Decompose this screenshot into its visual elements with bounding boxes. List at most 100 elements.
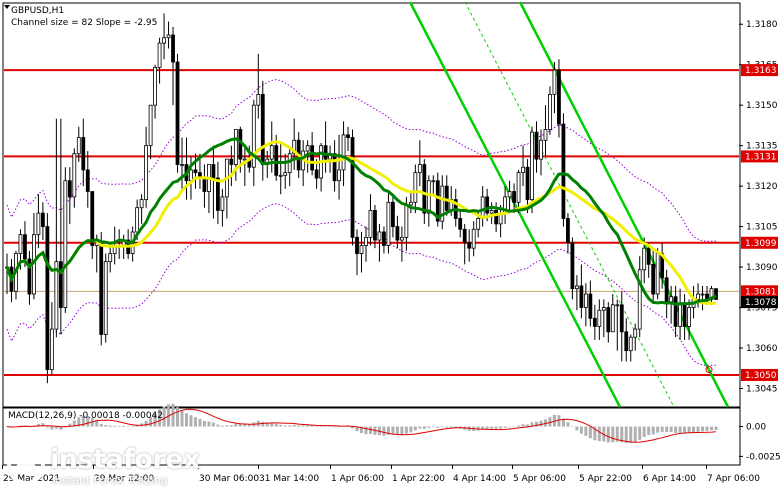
level-price-box: 1.3050 <box>741 368 778 381</box>
candle <box>471 221 476 257</box>
macd-bar <box>606 426 610 443</box>
candle <box>287 148 292 187</box>
candle <box>368 194 373 246</box>
macd-tick-label: 0.00 <box>746 423 766 433</box>
candle <box>574 275 579 311</box>
candle <box>350 129 355 246</box>
macd-bar <box>656 426 660 433</box>
macd-bar <box>584 426 588 436</box>
macd-bar <box>184 413 188 427</box>
macd-bar <box>669 426 673 433</box>
candle <box>637 256 642 338</box>
macd-bar <box>315 426 319 427</box>
macd-bar <box>319 425 323 427</box>
candle <box>624 318 629 362</box>
candle <box>382 226 386 254</box>
svg-text:1.3078: 1.3078 <box>745 298 777 308</box>
macd-bar <box>517 425 521 427</box>
candle <box>673 285 678 338</box>
symbol-dropdown-icon[interactable] <box>4 5 10 9</box>
macd-bar <box>234 423 238 427</box>
macd-bar <box>566 422 570 427</box>
macd-bar <box>211 422 215 427</box>
candle <box>126 229 131 259</box>
macd-bar <box>301 425 305 427</box>
macd-bar <box>324 426 328 427</box>
candle <box>27 250 32 305</box>
price-tick-label: 1.3105 <box>746 223 778 233</box>
macd-bar <box>122 425 126 427</box>
macd-bar <box>198 418 202 427</box>
candle <box>103 253 108 343</box>
time-tick-label: 6 Apr 14:00 <box>643 474 696 484</box>
candle <box>292 118 297 170</box>
price-tick-label: 1.3045 <box>746 384 778 394</box>
candle <box>619 291 624 362</box>
macd-bar <box>171 403 175 427</box>
candle <box>700 285 705 311</box>
candle <box>462 223 467 265</box>
macd-bar <box>485 426 489 430</box>
brand-tagline: Instant Forex Trading <box>52 474 168 487</box>
candle <box>489 202 494 224</box>
candle <box>202 164 207 208</box>
candle <box>117 229 122 259</box>
macd-bar <box>692 426 696 433</box>
candle <box>224 158 229 219</box>
macd-bar <box>620 426 624 443</box>
candle <box>139 194 144 224</box>
macd-bar <box>117 425 121 427</box>
svg-text:1.3081: 1.3081 <box>745 287 777 297</box>
last-price-box: 1.3078 <box>741 296 778 309</box>
candle <box>72 148 77 208</box>
macd-bar <box>207 421 211 427</box>
candle <box>207 164 211 214</box>
macd-bar <box>696 426 700 432</box>
candle <box>85 151 90 208</box>
candle <box>386 191 391 254</box>
macd-bar <box>283 425 287 427</box>
level-price-box: 1.3131 <box>741 150 778 163</box>
macd-bar <box>180 410 184 427</box>
macd-bar <box>512 426 516 428</box>
macd-bar <box>292 424 296 427</box>
macd-bar <box>588 426 592 439</box>
candle <box>242 145 247 187</box>
instaforex-logo: instaforex Instant Forex Trading <box>6 444 206 488</box>
macd-bar <box>391 426 395 435</box>
candle <box>521 145 525 187</box>
candle <box>597 299 602 340</box>
macd-bar <box>261 421 265 427</box>
candle <box>561 113 566 227</box>
candle <box>180 137 184 192</box>
candle <box>610 294 615 333</box>
macd-bar <box>274 423 278 427</box>
candle <box>615 299 620 351</box>
chart-symbol: GBPUSD,H1 <box>11 6 64 16</box>
price-tick-label: 1.3180 <box>746 20 778 30</box>
macd-bar <box>449 426 453 428</box>
price-tick-label: 1.3060 <box>746 344 778 354</box>
candle <box>633 323 638 351</box>
candle <box>592 304 597 340</box>
macd-bar <box>382 426 386 436</box>
time-tick-label: 30 Mar 06:00 <box>199 474 259 484</box>
time-tick-label: 5 Apr 06:00 <box>513 474 566 484</box>
macd-bar <box>624 426 628 443</box>
candle <box>480 186 485 227</box>
macd-bar <box>189 415 193 427</box>
macd-bar <box>422 426 426 429</box>
brand-name: instaforex <box>50 444 201 475</box>
time-tick-label: 4 Apr 14:00 <box>453 474 506 484</box>
macd-tick-label: -0.00255 <box>746 452 781 462</box>
macd-bar <box>50 426 54 430</box>
candle <box>579 264 584 319</box>
candle <box>99 231 104 346</box>
macd-bar <box>288 425 292 427</box>
candle <box>216 161 220 224</box>
candle <box>588 280 593 327</box>
candle <box>260 80 265 181</box>
macd-bar <box>611 426 615 443</box>
candle <box>148 104 153 160</box>
macd-bar <box>108 425 112 427</box>
